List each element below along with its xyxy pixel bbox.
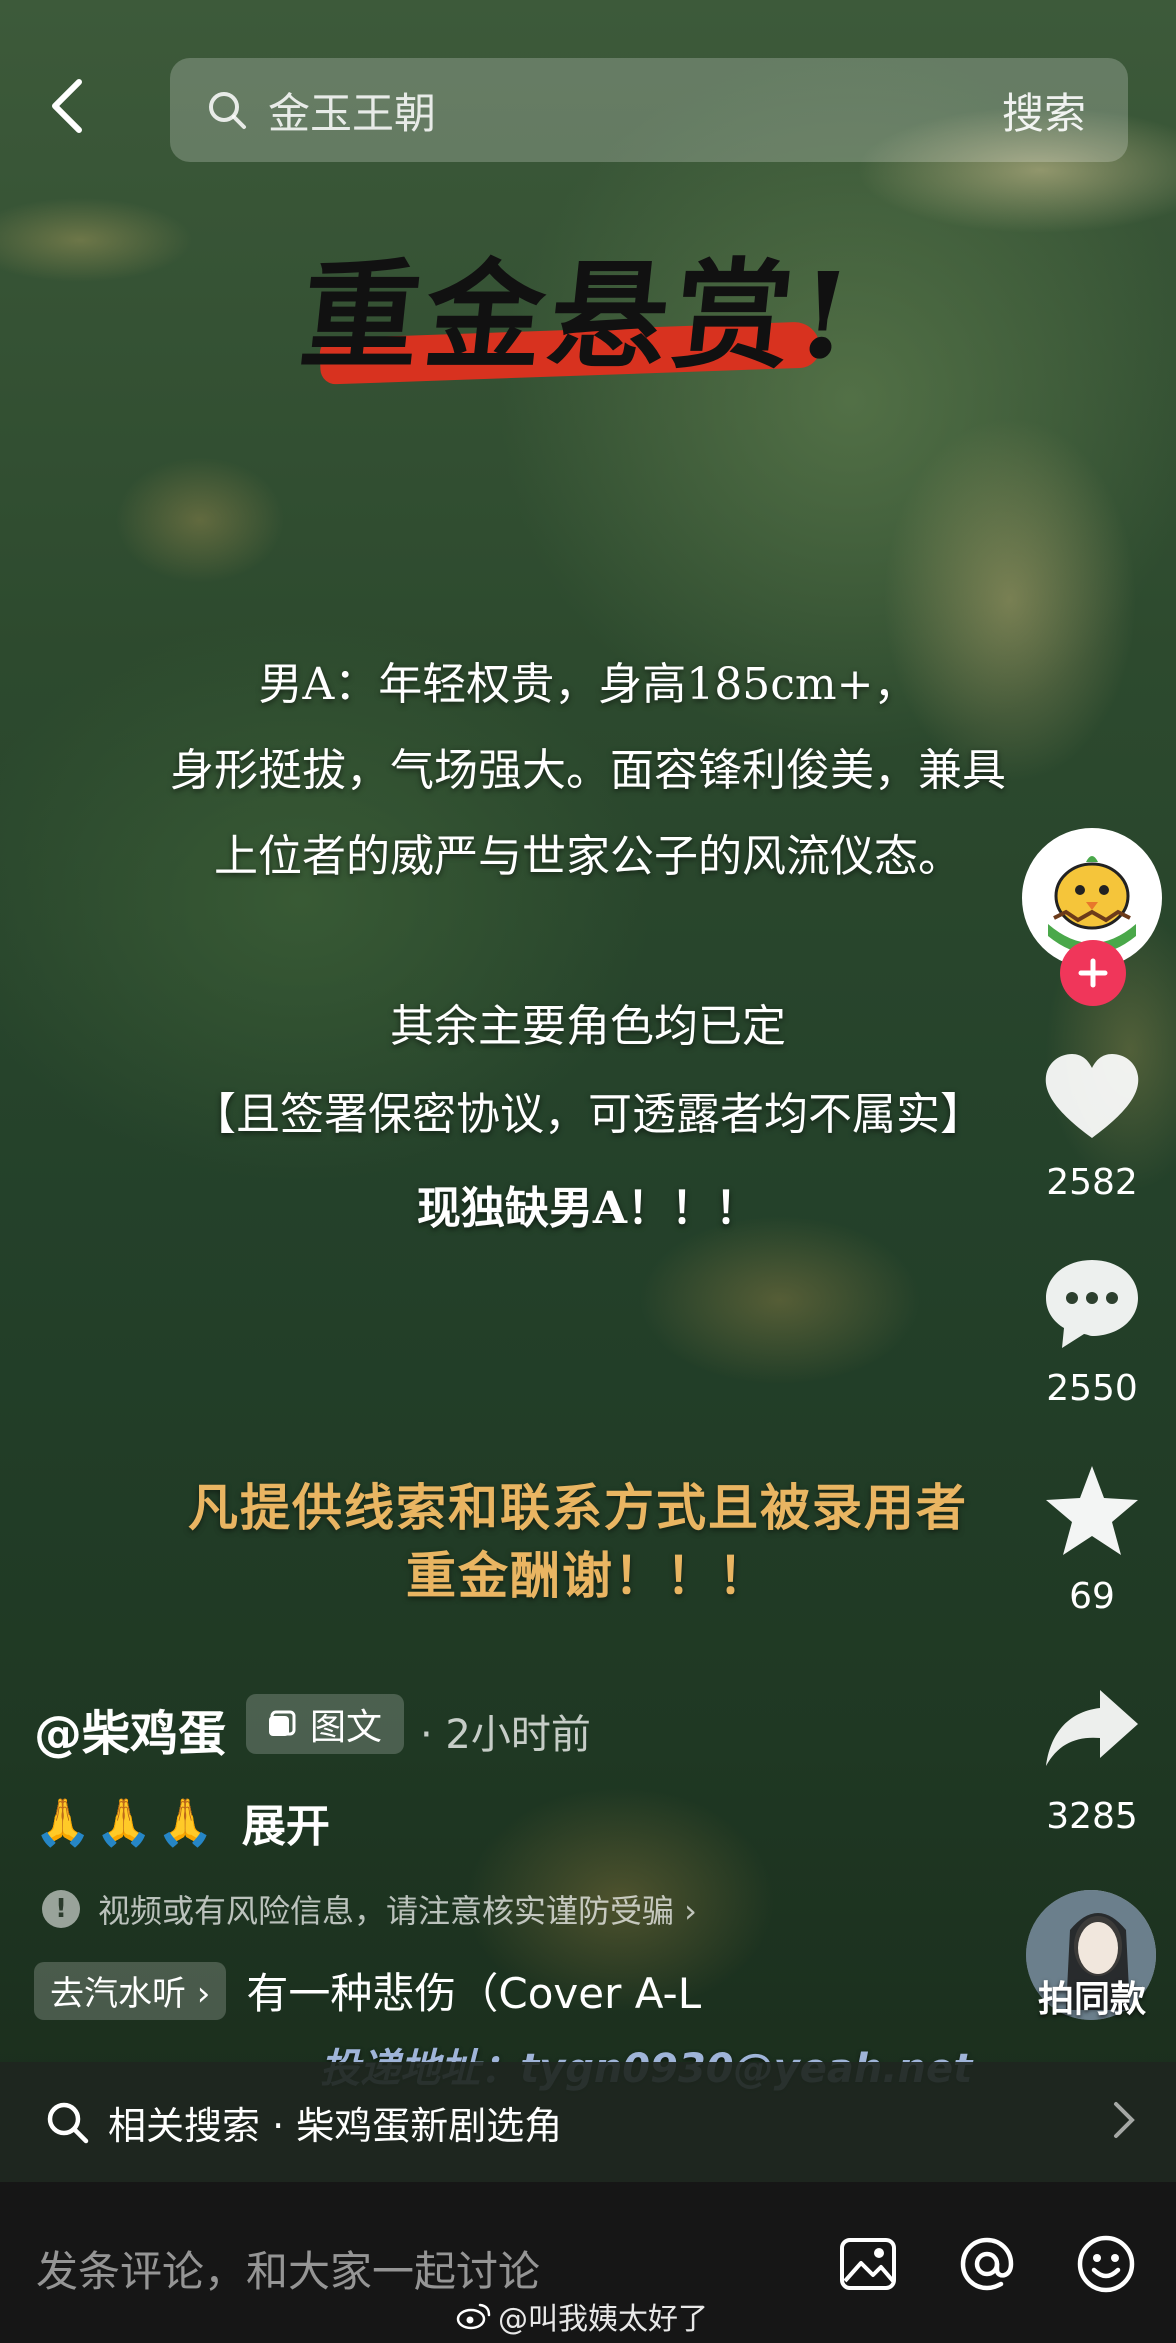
- image-icon: [840, 2238, 896, 2290]
- smiley-icon: [1077, 2235, 1135, 2293]
- share-arrow-icon: [1046, 1690, 1138, 1766]
- comment-bar: 发条评论，和大家一起讨论 @叫我姨太好了: [0, 2182, 1176, 2343]
- desc-emoji: 🙏🙏🙏: [34, 1794, 218, 1849]
- warning-icon: !: [42, 1890, 80, 1928]
- star-icon: [1046, 1466, 1138, 1555]
- post-time: · 2小时前: [420, 1712, 591, 1758]
- plus-icon: [1078, 958, 1108, 988]
- music-row: 去汽水听 › 有一种悲伤（Cover A-L: [34, 1960, 701, 2021]
- chevron-right-icon: [1114, 2102, 1135, 2138]
- favorite-count: 69: [1069, 1576, 1115, 1617]
- weibo-watermark: @叫我姨太好了: [456, 2294, 708, 2338]
- expand-button[interactable]: 展开: [242, 1790, 330, 1854]
- poster-reward-line: 凡提供线索和联系方式且被录用者: [188, 1478, 968, 1537]
- music-title[interactable]: 有一种悲伤（Cover A-L: [246, 1960, 701, 2021]
- poster-line: 现独缺男A！！！: [416, 1183, 760, 1234]
- back-button[interactable]: [44, 78, 88, 134]
- poster-line: 身形挺拔，气场强大。面容锋利俊美，兼具: [170, 745, 1006, 796]
- share-count: 3285: [1046, 1796, 1138, 1837]
- shoot-same-button[interactable]: 拍同款: [1010, 1970, 1174, 2022]
- post-type-label: 图文: [309, 1707, 382, 1748]
- weibo-logo-icon: [456, 2303, 491, 2330]
- poster-line: 男A：年轻权贵，身高185cm+，: [258, 659, 918, 710]
- post-type-tag: 图文: [246, 1694, 404, 1754]
- emoji-button[interactable]: [1074, 2232, 1138, 2296]
- heart-icon: [1045, 1054, 1139, 1138]
- author-name[interactable]: @柴鸡蛋: [34, 1694, 226, 1764]
- watermark-text: @叫我姨太好了: [498, 2302, 708, 2337]
- image-post-icon: [268, 1710, 296, 1736]
- poster-line: 上位者的威严与世家公子的风流仪态。: [214, 831, 962, 882]
- comment-bubble-icon: [1046, 1260, 1138, 1348]
- listen-in-app-button[interactable]: 去汽水听 ›: [34, 1961, 227, 2020]
- related-search-label: 相关搜索 · 柴鸡蛋新剧选角: [108, 2103, 563, 2148]
- post-description: 🙏🙏🙏 展开: [34, 1790, 330, 1854]
- poster-title: 重金悬赏!: [200, 220, 960, 385]
- search-icon: [47, 2102, 89, 2144]
- at-sign-icon: [960, 2237, 1014, 2291]
- like-count: 2582: [1046, 1162, 1138, 1203]
- poster-line: 【且签署保密协议，可透露者均不属实】: [192, 1089, 984, 1140]
- back-arrow-icon: [52, 79, 82, 133]
- comment-button[interactable]: [1030, 1256, 1154, 1352]
- risk-warning[interactable]: ! 视频或有风险信息，请注意核实谨防受骗 ›: [42, 1886, 697, 1932]
- comment-input[interactable]: 发条评论，和大家一起讨论: [36, 2238, 540, 2299]
- image-picker-button[interactable]: [836, 2232, 900, 2296]
- related-search-bar[interactable]: 相关搜索 · 柴鸡蛋新剧选角: [0, 2062, 1176, 2182]
- poster-title-text: 重金悬赏!: [294, 246, 864, 385]
- risk-warning-text: 视频或有风险信息，请注意核实谨防受骗 ›: [98, 1892, 697, 1930]
- search-button[interactable]: 搜索: [1002, 80, 1086, 141]
- poster-line: 其余主要角色均已定: [390, 1001, 786, 1052]
- poster-reward-line: 重金酬谢！！！: [406, 1546, 770, 1605]
- like-button[interactable]: [1030, 1052, 1154, 1142]
- mention-button[interactable]: [955, 2232, 1019, 2296]
- comment-count: 2550: [1046, 1368, 1138, 1409]
- search-bar[interactable]: 金玉王朝 搜索: [170, 58, 1128, 162]
- follow-button[interactable]: [1060, 940, 1126, 1006]
- favorite-button[interactable]: [1030, 1462, 1154, 1558]
- share-button[interactable]: [1030, 1686, 1154, 1770]
- search-icon: [206, 89, 248, 131]
- search-input[interactable]: 金玉王朝: [268, 80, 1002, 141]
